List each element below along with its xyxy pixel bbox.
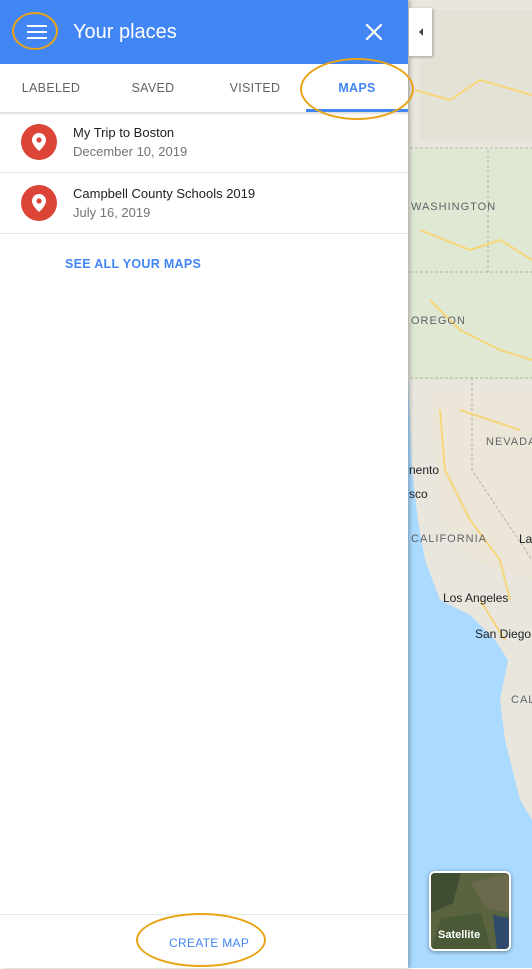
close-icon: [365, 23, 383, 41]
map-pin-badge: [21, 185, 57, 221]
panel-header: Your places: [0, 0, 408, 64]
satellite-label: Satellite: [438, 929, 481, 941]
create-map-button[interactable]: CREATE MAP: [169, 936, 249, 950]
map-pin-icon: [32, 133, 46, 151]
panel-title: Your places: [73, 21, 177, 43]
map-date: December 10, 2019: [73, 144, 188, 159]
tab-bar: LABELED SAVED VISITED MAPS: [0, 64, 408, 113]
map-date: July 16, 2019: [73, 205, 151, 220]
collapse-panel-button[interactable]: [409, 8, 432, 56]
your-places-panel: Your places LABELED SAVED VISITED MAPS M…: [0, 0, 408, 968]
tab-saved[interactable]: SAVED: [102, 64, 204, 112]
caret-left-icon: [418, 28, 423, 36]
map-name: Campbell County Schools 2019: [73, 186, 256, 201]
tab-maps[interactable]: MAPS: [306, 64, 408, 112]
map-label-cal: CAL: [511, 694, 532, 706]
map-list-item[interactable]: My Trip to Boston December 10, 2019: [0, 112, 408, 173]
city-san-diego: San Diego: [475, 627, 532, 641]
see-all-maps-link[interactable]: SEE ALL YOUR MAPS: [65, 257, 201, 271]
map-pin-badge: [21, 124, 57, 160]
close-button[interactable]: [360, 18, 388, 46]
map-name: My Trip to Boston: [73, 125, 175, 140]
satellite-layer-toggle[interactable]: Satellite: [429, 871, 511, 951]
map-pin-icon: [32, 194, 46, 212]
map-label-washington: WASHINGTON: [411, 201, 497, 213]
tab-visited[interactable]: VISITED: [204, 64, 306, 112]
city-los-angeles: Los Angeles: [443, 591, 509, 605]
map-list-item[interactable]: Campbell County Schools 2019 July 16, 20…: [0, 173, 408, 234]
city-sacramento: nento: [409, 463, 440, 477]
menu-highlight-ring: [12, 12, 58, 50]
map-label-oregon: OREGON: [411, 315, 466, 327]
city-san-francisco: sco: [409, 487, 428, 501]
city-las-vegas: La: [519, 532, 532, 546]
tab-labeled[interactable]: LABELED: [0, 64, 102, 112]
map-label-california: CALIFORNIA: [411, 533, 488, 545]
map-label-nevada: NEVADA: [486, 436, 532, 448]
